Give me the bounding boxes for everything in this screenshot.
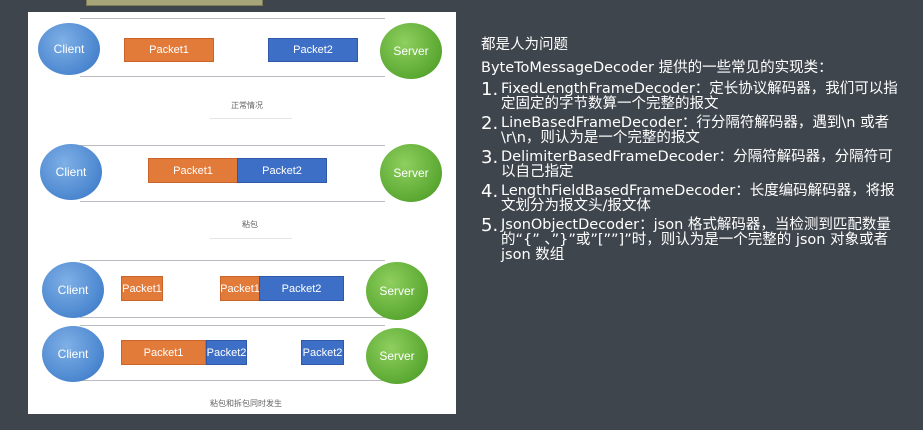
decoder-item: 1. FixedLengthFrameDecoder：定长协议解码器，我们可以指… [481, 79, 901, 112]
packet2-block: Packet2 [268, 38, 358, 62]
scenario-caption: 正常情况 [231, 101, 263, 110]
item-number: 3. [481, 147, 499, 168]
client-node: Client [42, 262, 104, 318]
item-text: FixedLengthFrameDecoder：定长协议解码器，我们可以指定固定… [501, 81, 898, 112]
packet2-fragment-block: Packet2 [206, 340, 247, 365]
packet1-fragment-block: Packet1 [220, 276, 260, 301]
channel-line [80, 317, 385, 318]
server-label: Server [393, 44, 429, 58]
notes-panel: 都是人为问题 ByteToMessageDecoder 提供的一些常见的实现类：… [481, 36, 901, 267]
server-label: Server [379, 284, 415, 298]
caption-underline [210, 118, 292, 119]
item-number: 5. [481, 215, 499, 236]
packet1-block: Packet1 [148, 158, 238, 183]
channel-line [80, 380, 385, 381]
server-node: Server [366, 262, 428, 320]
notes-title: 都是人为问题 [481, 37, 568, 53]
packet1-block: Packet1 [124, 38, 214, 62]
notes-intro: ByteToMessageDecoder 提供的一些常见的实现类： [481, 60, 833, 76]
server-node: Server [380, 23, 442, 79]
server-label: Server [379, 349, 415, 363]
server-label: Server [393, 166, 429, 180]
decoder-item: 5. JsonObjectDecoder：json 格式解码器，当检测到匹配数量… [481, 215, 901, 263]
scenario-caption: 粘包 [242, 220, 258, 229]
packet2-block: Packet2 [259, 276, 344, 301]
decoder-item: 3. DelimiterBasedFrameDecoder：分隔符解码器，分隔符… [481, 147, 901, 180]
item-number: 1. [481, 79, 499, 100]
server-node: Server [366, 328, 428, 384]
diagram-panel: Client Server Packet1 Packet2 正常情况 Clien… [28, 12, 456, 414]
decoder-item: 4. LengthFieldBasedFrameDecoder：长度编码解码器，… [481, 181, 901, 214]
client-node: Client [42, 326, 104, 382]
caption-underline [210, 238, 292, 239]
packet2-remainder-block: Packet2 [301, 340, 344, 365]
top-decoration-strip [86, 0, 263, 6]
channel-line [80, 145, 385, 146]
packet1-block: Packet1 [121, 276, 163, 301]
item-text: JsonObjectDecoder：json 格式解码器，当检测到匹配数量的“{… [501, 217, 891, 263]
channel-line [80, 260, 385, 261]
item-text: LengthFieldBasedFrameDecoder：长度编码解码器，将报文… [501, 183, 895, 214]
scenario-caption: 粘包和拆包同时发生 [210, 399, 282, 408]
server-node: Server [380, 144, 442, 202]
item-number: 2. [481, 113, 499, 134]
channel-line [80, 201, 385, 202]
item-text: DelimiterBasedFrameDecoder：分隔符解码器，分隔符可以自… [501, 149, 893, 180]
item-number: 4. [481, 181, 499, 202]
client-node: Client [38, 23, 100, 75]
client-label: Client [57, 283, 89, 297]
channel-line [80, 325, 385, 326]
client-label: Client [53, 42, 85, 56]
packet1-block: Packet1 [121, 340, 206, 365]
decoder-item: 2. LineBasedFrameDecoder：行分隔符解码器，遇到\n 或者… [481, 113, 901, 146]
client-label: Client [57, 347, 89, 361]
client-node: Client [40, 144, 102, 200]
client-label: Client [55, 165, 87, 179]
item-text: LineBasedFrameDecoder：行分隔符解码器，遇到\n 或者\r\… [501, 115, 890, 146]
channel-line [80, 76, 385, 77]
channel-line [80, 18, 385, 19]
packet2-block: Packet2 [237, 158, 327, 183]
